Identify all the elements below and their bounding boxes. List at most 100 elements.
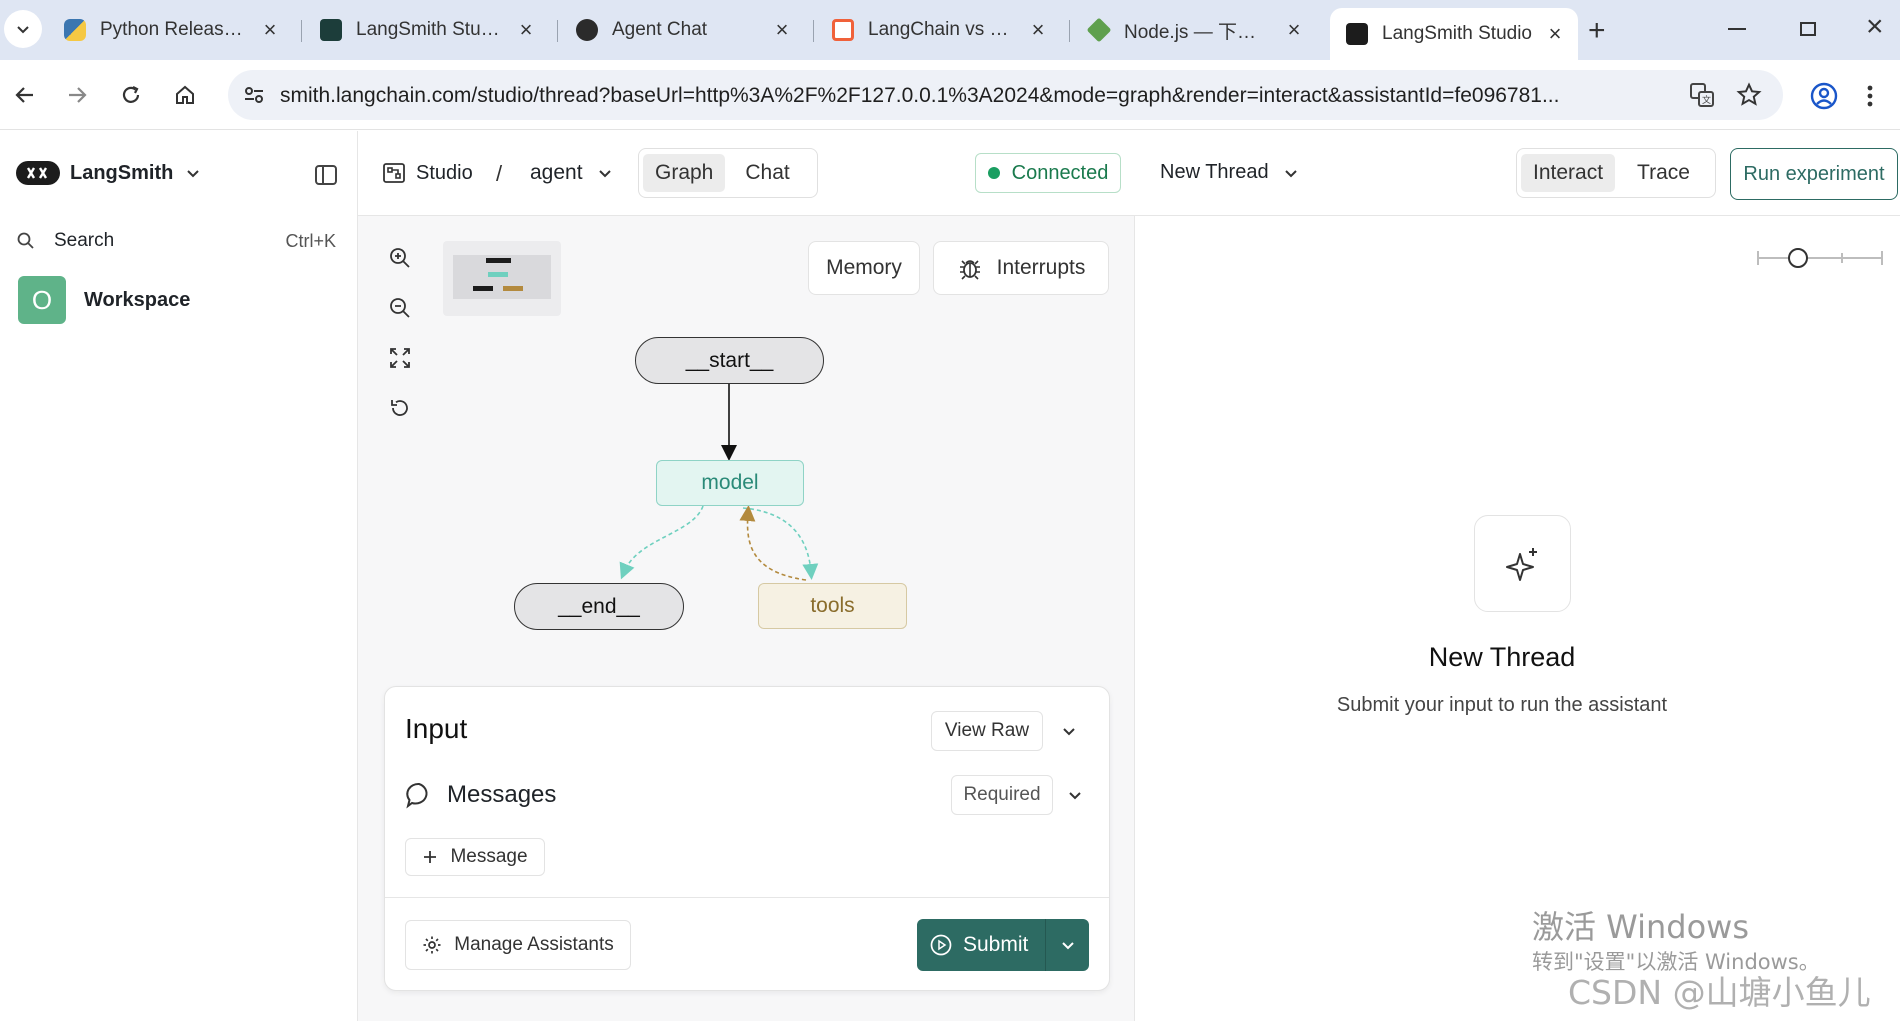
submit-options-button[interactable]: [1046, 919, 1089, 971]
search-icon: [17, 232, 34, 249]
tab-title: Python Release P: [100, 19, 249, 40]
manage-assistants-label: Manage Assistants: [454, 934, 614, 955]
connection-status-badge: Connected: [975, 153, 1121, 193]
required-badge: Required: [951, 775, 1053, 815]
profile-icon[interactable]: [1810, 82, 1838, 110]
browser-toolbar: smith.langchain.com/studio/thread?baseUr…: [0, 60, 1900, 130]
submit-button[interactable]: Submit: [917, 919, 1045, 971]
chevron-down-icon: [17, 26, 29, 34]
status-text: Connected: [1011, 161, 1109, 184]
chevron-down-icon[interactable]: [1061, 723, 1077, 739]
close-icon[interactable]: ×: [771, 17, 793, 43]
url-text[interactable]: smith.langchain.com/studio/thread?baseUr…: [280, 84, 1700, 108]
submit-label: Submit: [963, 933, 1029, 956]
reload-button[interactable]: [114, 78, 148, 112]
address-bar[interactable]: smith.langchain.com/studio/thread?baseUr…: [228, 70, 1783, 120]
new-tab-button[interactable]: +: [1588, 14, 1606, 48]
sparkles-icon-box: [1474, 515, 1571, 612]
tab-trace[interactable]: Trace: [1625, 154, 1702, 192]
tab-graph[interactable]: Graph: [643, 154, 726, 192]
forward-button[interactable]: [60, 78, 94, 112]
chevron-down-icon[interactable]: [1067, 787, 1083, 803]
langsmith-logo-icon: [16, 161, 60, 185]
zoom-slider[interactable]: [1757, 248, 1883, 268]
python-icon: [64, 19, 86, 41]
graph-edges: [619, 384, 819, 581]
add-message-button[interactable]: Message: [405, 838, 545, 876]
graph-selector[interactable]: agent: [530, 161, 613, 185]
add-message-label: Message: [450, 846, 528, 867]
breadcrumb-separator: /: [496, 161, 503, 186]
browser-tab[interactable]: LangSmith Studio ×: [304, 10, 549, 50]
sidebar-item-workspace[interactable]: O Workspace: [18, 276, 190, 324]
workspace-label: Workspace: [84, 288, 191, 311]
view-raw-button[interactable]: View Raw: [931, 711, 1043, 751]
run-experiment-button[interactable]: Run experiment: [1730, 148, 1898, 200]
thread-panel: New Thread Submit your input to run the …: [1136, 216, 1900, 1021]
close-icon[interactable]: ×: [1544, 21, 1566, 47]
site-settings-icon[interactable]: [242, 83, 266, 107]
browser-tab[interactable]: LangChain vs Lan ×: [816, 10, 1061, 50]
thread-selector[interactable]: New Thread: [1160, 161, 1299, 184]
node-start[interactable]: __start__: [635, 337, 824, 384]
submit-button-group: Submit: [917, 919, 1089, 971]
back-button[interactable]: [8, 78, 42, 112]
brand-switcher[interactable]: LangSmith: [16, 161, 201, 185]
langchain-icon: [832, 19, 854, 41]
tab-interact[interactable]: Interact: [1521, 154, 1616, 192]
close-icon[interactable]: ×: [1283, 17, 1305, 43]
chevron-down-icon: [187, 170, 200, 178]
arrow-left-icon: [15, 87, 33, 103]
workspace-avatar: O: [18, 276, 66, 324]
tab-title: LangSmith Studio: [1382, 23, 1532, 44]
chevron-down-icon: [598, 170, 611, 178]
svg-text:文: 文: [1702, 94, 1711, 106]
chevron-down-icon: [1284, 169, 1297, 177]
translate-icon[interactable]: 文: [1689, 82, 1715, 108]
new-thread-subtitle: Submit your input to run the assistant: [1336, 694, 1668, 716]
tab-title: LangSmith Studio: [356, 19, 505, 40]
studio-label: Studio: [416, 161, 473, 184]
browser-tab[interactable]: Agent Chat ×: [560, 10, 805, 50]
close-icon[interactable]: ×: [1027, 17, 1049, 43]
close-icon[interactable]: ×: [515, 17, 537, 43]
tab-chat[interactable]: Chat: [733, 154, 801, 192]
restore-button[interactable]: [1800, 22, 1816, 36]
browser-tab[interactable]: Node.js — 下载 N ×: [1072, 10, 1317, 50]
node-tools[interactable]: tools: [758, 583, 907, 629]
close-icon[interactable]: ×: [259, 17, 281, 43]
studio-breadcrumb[interactable]: Studio: [382, 161, 473, 185]
arrow-right-icon: [69, 87, 87, 103]
zoom-slider-handle[interactable]: [1788, 248, 1808, 268]
view-raw-label: View Raw: [944, 720, 1030, 741]
sidebar-search[interactable]: Search Ctrl+K: [16, 226, 336, 256]
sparkles-icon: [1505, 547, 1537, 581]
required-label: Required: [963, 784, 1041, 805]
interact-trace-toggle: Interact Trace: [1516, 148, 1716, 198]
input-title: Input: [405, 713, 468, 744]
tab-title: LangChain vs Lan: [868, 19, 1017, 40]
close-window-button[interactable]: ×: [1866, 10, 1884, 44]
new-thread-title: New Thread: [1428, 642, 1576, 672]
langsmith-icon: [320, 19, 342, 41]
input-panel: Input View Raw Messages Required Message…: [384, 686, 1110, 991]
langsmith-icon: [1346, 23, 1368, 45]
search-label: Search: [54, 230, 115, 251]
sidebar-toggle-icon[interactable]: [314, 164, 338, 186]
edge-model-end: [619, 505, 704, 580]
studio-header: Studio / agent Graph Chat Connected New …: [358, 131, 1900, 216]
edge-tools-model: [739, 505, 807, 581]
play-circle-icon: [930, 934, 952, 956]
home-icon: [176, 85, 194, 104]
home-button[interactable]: [168, 78, 202, 112]
more-menu-icon[interactable]: [1866, 84, 1874, 108]
minimize-button[interactable]: [1728, 28, 1746, 30]
node-end[interactable]: __end__: [514, 583, 684, 630]
node-model[interactable]: model: [656, 460, 804, 506]
manage-assistants-button[interactable]: Manage Assistants: [405, 920, 631, 970]
tab-search-dropdown[interactable]: [4, 10, 42, 48]
browser-tab[interactable]: Python Release P ×: [48, 10, 293, 50]
browser-tab-active[interactable]: LangSmith Studio ×: [1330, 8, 1578, 60]
message-bubble-icon: [406, 782, 428, 809]
star-icon[interactable]: [1736, 82, 1762, 108]
